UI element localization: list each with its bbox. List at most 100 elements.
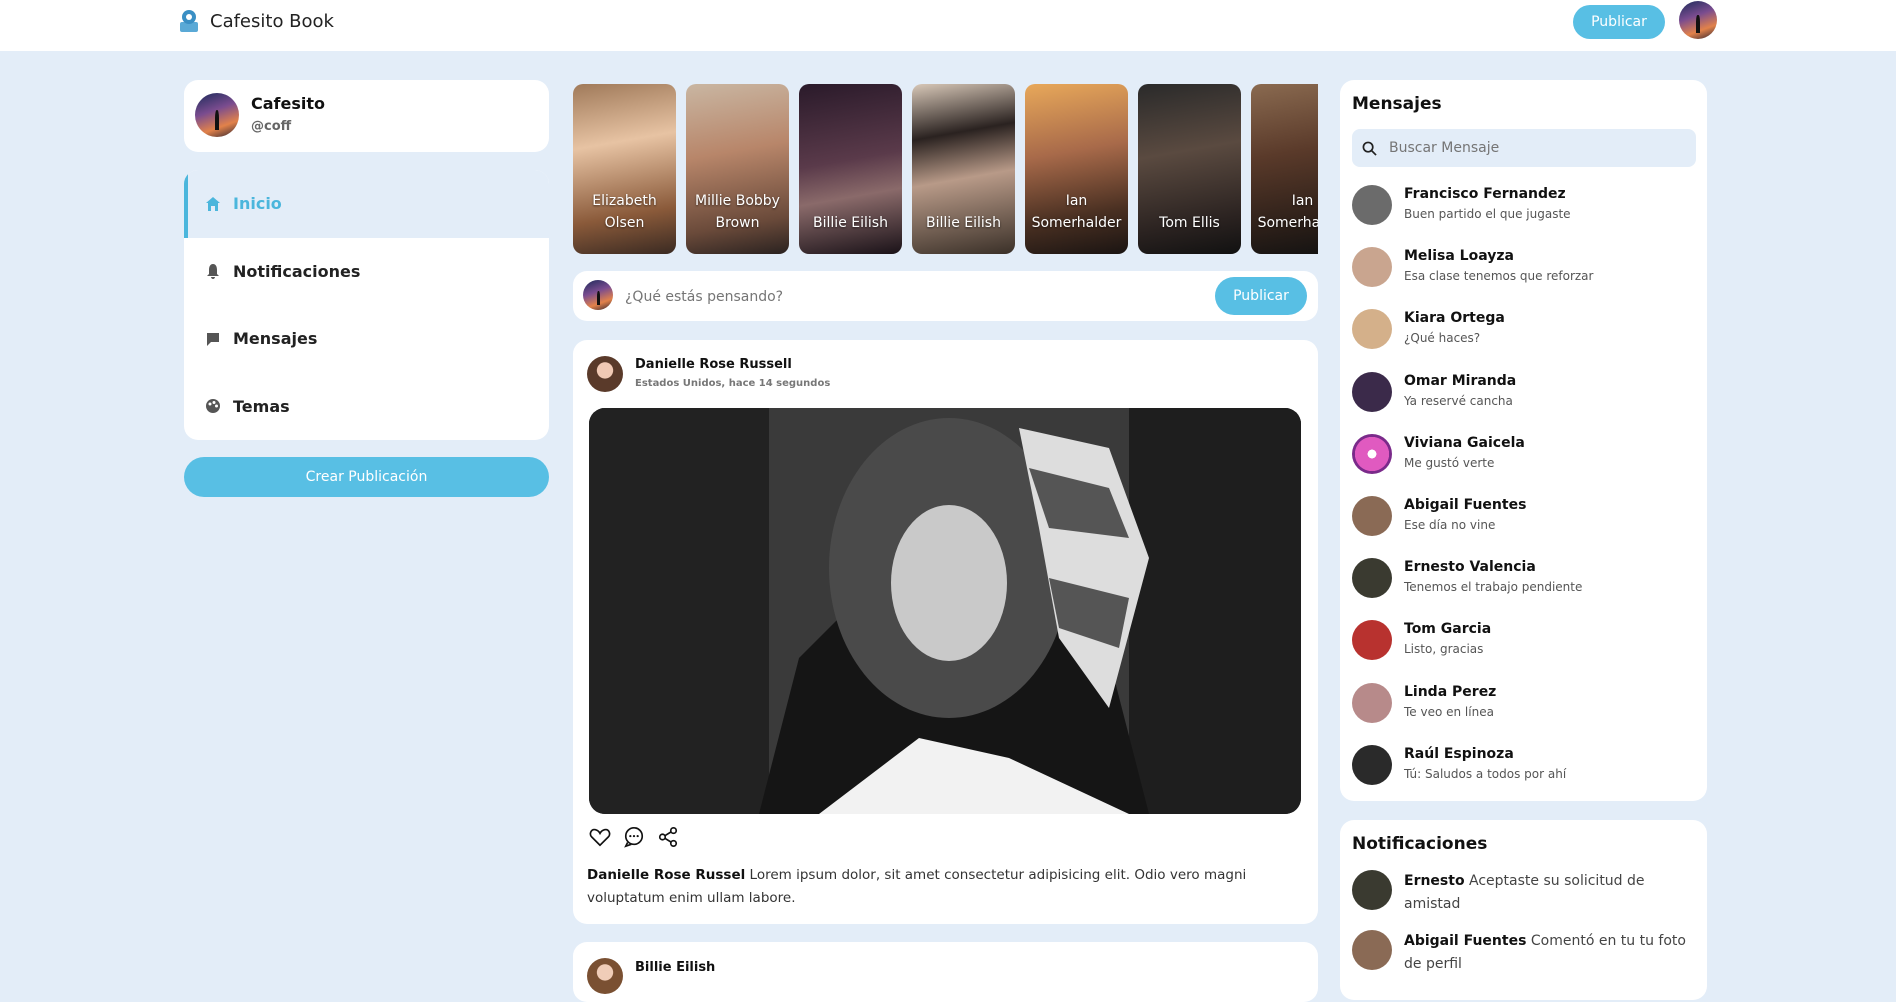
post-meta: Estados Unidos, hace 14 segundos: [635, 378, 831, 389]
message-item[interactable]: Viviana Gaicela Me gustó verte: [1352, 432, 1700, 494]
avatar: [1352, 495, 1392, 536]
home-icon: [206, 196, 220, 211]
story-name: IanSomerhalder: [1257, 193, 1318, 231]
message-preview: Ya reservé cancha: [1404, 393, 1513, 408]
post-author[interactable]: Billie Eilish: [635, 960, 715, 975]
messages-title: Mensajes: [1352, 94, 1442, 114]
avatar: [1352, 682, 1392, 723]
post-actions: [589, 826, 679, 848]
comment-icon[interactable]: [623, 826, 645, 848]
post-author-avatar[interactable]: [587, 958, 623, 994]
message-item[interactable]: Omar Miranda Ya reservé cancha: [1352, 370, 1700, 432]
composer-avatar: [583, 280, 613, 310]
story-card[interactable]: Billie Eilish: [799, 84, 902, 254]
notification-text: Ernesto Aceptaste su solicitud de amista…: [1404, 873, 1645, 912]
caption-author[interactable]: Danielle Rose Russel: [587, 867, 745, 883]
message-preview: Listo, gracias: [1404, 642, 1484, 657]
message-sender: Raúl Espinoza: [1404, 745, 1514, 762]
bell-icon: [207, 264, 219, 280]
message-item[interactable]: Ernesto Valencia Tenemos el trabajo pendi…: [1352, 556, 1700, 618]
message-preview: Ese día no vine: [1404, 517, 1496, 532]
notifications-panel: Notificaciones Ernesto Aceptaste su soli…: [1340, 820, 1707, 1000]
search-input[interactable]: [1387, 139, 1671, 157]
avatar: [1352, 433, 1392, 474]
composer-publish-button[interactable]: Publicar: [1215, 277, 1307, 315]
message-sender: Tom Garcia: [1404, 621, 1492, 638]
story-card[interactable]: Tom Ellis: [1138, 84, 1241, 254]
avatar: [1352, 309, 1392, 350]
avatar: [1352, 930, 1392, 970]
post-author[interactable]: Danielle Rose Russell: [635, 357, 792, 372]
post-image[interactable]: [589, 408, 1301, 814]
create-post-button[interactable]: Crear Publicación: [184, 457, 549, 497]
message-item[interactable]: Melisa Loayza Esa clase tenemos que refor…: [1352, 245, 1700, 307]
post-photo-art: [589, 408, 1301, 814]
sidebar-item-label: Notificaciones: [233, 261, 361, 281]
message-list: Francisco Fernandez Buen partido el que j…: [1352, 183, 1700, 805]
message-sender: Linda Perez: [1404, 683, 1497, 700]
avatar: [1352, 371, 1392, 412]
message-preview: ¿Qué haces?: [1404, 331, 1481, 346]
story-name: Billie Eilish: [926, 215, 1001, 231]
heart-icon[interactable]: [589, 826, 611, 848]
avatar: [1352, 185, 1392, 225]
story-name: IanSomerhalder: [1031, 193, 1122, 231]
message-item[interactable]: Abigail Fuentes Ese día no vine: [1352, 494, 1700, 556]
message-preview: Buen partido el que jugaste: [1404, 207, 1571, 221]
message-sender: Ernesto Valencia: [1404, 559, 1536, 576]
avatar: [1352, 870, 1392, 910]
message-search[interactable]: [1352, 129, 1696, 167]
post-caption: Danielle Rose Russel Lorem ipsum dolor, …: [587, 864, 1305, 910]
message-preview: Esa clase tenemos que reforzar: [1404, 269, 1594, 284]
message-item[interactable]: Tom Garcia Listo, gracias: [1352, 618, 1700, 680]
profile-name: Cafesito: [251, 94, 325, 113]
share-icon[interactable]: [657, 826, 679, 848]
avatar: [1352, 558, 1392, 599]
brand-name: Cafesito Book: [210, 10, 334, 32]
message-preview: Te veo en línea: [1404, 704, 1494, 719]
sidebar-item-notificaciones[interactable]: Notificaciones: [184, 238, 549, 306]
sidebar-item-label: Temas: [233, 396, 290, 416]
message-preview: Tenemos el trabajo pendiente: [1404, 580, 1583, 595]
profile-card[interactable]: Cafesito @coff: [184, 80, 549, 152]
notification-list: Ernesto Aceptaste su solicitud de amista…: [1352, 870, 1692, 990]
profile-handle: @coff: [251, 119, 292, 134]
message-sender: Viviana Gaicela: [1404, 434, 1525, 451]
story-card[interactable]: IanSomerhalder: [1025, 84, 1128, 254]
user-avatar[interactable]: [1679, 1, 1717, 39]
search-icon: [1362, 141, 1377, 156]
stories-strip[interactable]: Elizabeth Olsen Millie Bobby Brown Billie …: [573, 84, 1318, 254]
message-item[interactable]: Kiara Ortega ¿Qué haces?: [1352, 307, 1700, 369]
message-sender: Francisco Fernandez: [1404, 186, 1566, 202]
notification-text: Abigail Fuentes Comentó en tu tu foto de…: [1404, 933, 1686, 972]
sidebar-item-mensajes[interactable]: Mensajes: [184, 305, 549, 373]
status-input[interactable]: [623, 284, 1227, 310]
story-name: Elizabeth Olsen: [592, 193, 657, 231]
brand[interactable]: Cafesito Book: [178, 8, 334, 34]
story-name: Billie Eilish: [813, 215, 888, 231]
message-sender: Melisa Loayza: [1404, 248, 1514, 265]
message-item[interactable]: Francisco Fernandez Buen partido el que j…: [1352, 183, 1700, 245]
story-card[interactable]: IanSomerhalder: [1251, 84, 1318, 254]
message-item[interactable]: Linda Perez Te veo en línea: [1352, 681, 1700, 743]
avatar: [1352, 247, 1392, 288]
message-item[interactable]: Raúl Espinoza Tú: Saludos a todos por ahí: [1352, 743, 1700, 805]
message-preview: Tú: Saludos a todos por ahí: [1404, 766, 1567, 781]
story-card[interactable]: Billie Eilish: [912, 84, 1015, 254]
story-name: Millie Bobby Brown: [695, 193, 780, 231]
sidebar-item-temas[interactable]: Temas: [184, 373, 549, 441]
message-sender: Omar Miranda: [1404, 372, 1517, 389]
story-card[interactable]: Millie Bobby Brown: [686, 84, 789, 254]
notification-item[interactable]: Abigail Fuentes Comentó en tu tu foto de…: [1352, 930, 1692, 976]
post-author-avatar[interactable]: [587, 356, 623, 392]
post-composer: Publicar: [573, 271, 1318, 321]
avatar: [1352, 620, 1392, 661]
chat-icon: [207, 332, 219, 346]
notification-item[interactable]: Ernesto Aceptaste su solicitud de amista…: [1352, 870, 1692, 916]
notifications-title: Notificaciones: [1352, 834, 1488, 854]
sidebar-item-label: Mensajes: [233, 329, 318, 349]
feed-post: Danielle Rose Russell Estados Unidos, ha…: [573, 340, 1318, 924]
story-card[interactable]: Elizabeth Olsen: [573, 84, 676, 254]
sidebar-item-inicio[interactable]: Inicio: [184, 170, 549, 238]
publish-button[interactable]: Publicar: [1573, 5, 1665, 39]
